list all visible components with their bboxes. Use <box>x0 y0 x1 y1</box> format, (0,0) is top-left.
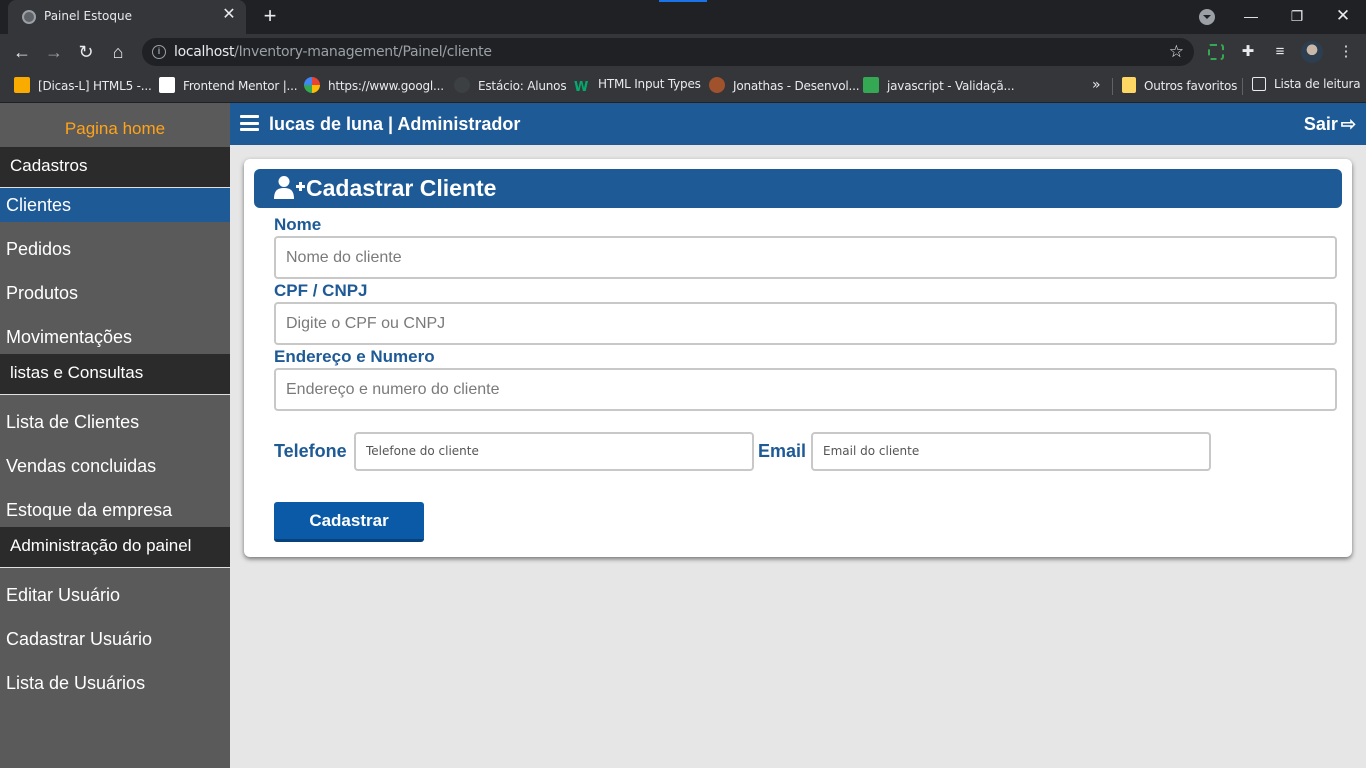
sign-out-icon: ⇨ <box>1340 114 1356 134</box>
sidebar-item-clientes[interactable]: Clientes <box>0 188 230 222</box>
tab-close-icon[interactable]: ✕ <box>220 6 238 24</box>
name-input[interactable]: Nome do cliente <box>274 236 1337 279</box>
app-topbar: lucas de luna | Administrador Sair ⇨ <box>230 103 1366 145</box>
address-bar[interactable]: i localhost/Inventory-management/Painel/… <box>142 38 1194 66</box>
sidebar-item-cadastrar-usuario[interactable]: Cadastrar Usuário <box>0 622 230 656</box>
sidebar-section-title: Administração do painel <box>0 527 230 568</box>
reload-icon[interactable]: ↻ <box>74 40 98 64</box>
site-info-icon[interactable]: i <box>152 45 166 59</box>
stackoverflow-icon <box>863 77 879 93</box>
sidebar-item-estoque[interactable]: Estoque da empresa <box>0 493 230 527</box>
bookmarks-bar: [Dicas-L] HTML5 -... Frontend Mentor |..… <box>0 70 1366 103</box>
minimize-icon[interactable]: — <box>1228 0 1274 34</box>
avatar-icon <box>709 77 725 93</box>
folder-icon <box>1122 77 1136 93</box>
browser-tab[interactable]: Painel Estoque ✕ <box>8 0 246 34</box>
sidebar-item-pedidos[interactable]: Pedidos <box>0 232 230 266</box>
user-title: lucas de luna | Administrador <box>269 114 521 134</box>
bookmark-star-icon[interactable]: ☆ <box>1169 42 1184 62</box>
app-root: Pagina home Cadastros Clientes Pedidos P… <box>0 103 1366 768</box>
name-label: Nome <box>274 215 322 234</box>
address-input[interactable]: Endereço e numero do cliente <box>274 368 1337 411</box>
phone-input[interactable]: Telefone do cliente <box>354 432 754 471</box>
sidebar-item-lista-usuarios[interactable]: Lista de Usuários <box>0 666 230 700</box>
estacio-icon <box>454 77 470 93</box>
more-bookmarks-icon[interactable]: » <box>1092 77 1101 95</box>
bookmarks-divider <box>1112 78 1113 95</box>
home-icon[interactable]: ⌂ <box>106 40 130 64</box>
bookmark-item[interactable]: javascript - Validaçã... <box>863 77 1015 95</box>
logout-label: Sair <box>1303 114 1338 134</box>
sidebar-item-movimentacoes[interactable]: Movimentações <box>0 320 230 354</box>
bookmark-item[interactable]: Frontend Mentor |... <box>159 77 298 95</box>
sidebar-section-title: Cadastros <box>0 147 230 188</box>
phone-label: Telefone <box>274 441 347 461</box>
dicas-l-icon <box>14 77 30 93</box>
screenshot-extension-icon[interactable] <box>1208 44 1224 60</box>
sidebar: Pagina home Cadastros Clientes Pedidos P… <box>0 103 230 768</box>
bookmarks-divider <box>1242 78 1243 95</box>
hamburger-menu-icon[interactable] <box>240 115 259 131</box>
url-path: /Inventory-management/Painel/cliente <box>234 44 492 60</box>
cpf-cnpj-label: CPF / CNPJ <box>274 281 368 300</box>
bookmark-item[interactable]: [Dicas-L] HTML5 -... <box>14 77 152 95</box>
address-label: Endereço e Numero <box>274 347 435 366</box>
profile-avatar[interactable] <box>1301 41 1323 63</box>
back-icon[interactable]: ← <box>10 40 34 64</box>
window-close-icon[interactable]: ✕ <box>1320 0 1366 34</box>
main-content: Cadastrar Cliente Nome Nome do cliente C… <box>230 145 1366 768</box>
url-text[interactable]: localhost/Inventory-management/Painel/cl… <box>174 44 492 60</box>
email-label: Email <box>758 441 807 461</box>
extensions-puzzle-icon[interactable]: ✚ <box>1238 42 1258 62</box>
forward-icon[interactable]: → <box>42 40 66 64</box>
w3schools-icon: W <box>574 80 589 95</box>
browser-menu-icon[interactable]: ⋮ <box>1336 42 1356 62</box>
form-title: Cadastrar Cliente <box>306 175 497 201</box>
google-icon <box>304 77 320 93</box>
user-plus-icon <box>274 176 305 199</box>
frontend-mentor-icon <box>159 77 175 93</box>
form-header: Cadastrar Cliente <box>254 169 1342 208</box>
new-tab-icon[interactable]: + <box>258 5 282 29</box>
email-input[interactable]: Email do cliente <box>811 432 1211 471</box>
sidebar-item-produtos[interactable]: Produtos <box>0 276 230 310</box>
sidebar-item-lista-clientes[interactable]: Lista de Clientes <box>0 405 230 439</box>
logout-button[interactable]: Sair ⇨ <box>1304 103 1356 145</box>
sidebar-item-editar-usuario[interactable]: Editar Usuário <box>0 578 230 612</box>
restore-icon[interactable]: ❐ <box>1274 0 1320 34</box>
globe-icon <box>22 10 36 24</box>
reading-list[interactable]: Lista de leitura <box>1252 77 1361 95</box>
sidebar-section-title: listas e Consultas <box>0 354 230 395</box>
sidebar-item-vendas[interactable]: Vendas concluidas <box>0 449 230 483</box>
cpf-cnpj-input[interactable]: Digite o CPF ou CNPJ <box>274 302 1337 345</box>
client-form-card: Cadastrar Cliente Nome Nome do cliente C… <box>244 159 1352 557</box>
bookmark-item[interactable]: Estácio: Alunos <box>454 77 567 95</box>
bookmark-item[interactable]: Jonathas - Desenvol... <box>709 77 860 95</box>
browser-toolbar: ← → ↻ ⌂ i localhost/Inventory-management… <box>0 34 1366 70</box>
tab-title: Painel Estoque <box>44 9 133 23</box>
submit-button[interactable]: Cadastrar <box>274 502 424 542</box>
tab-strip-accent <box>659 0 707 2</box>
media-control-icon[interactable]: ≡ <box>1270 42 1290 62</box>
tab-search-icon[interactable] <box>1199 9 1215 25</box>
bookmark-item[interactable]: https://www.googl... <box>304 77 444 95</box>
browser-tabbar: Painel Estoque ✕ + — ❐ ✕ <box>0 0 1366 34</box>
reading-list-icon <box>1252 77 1266 91</box>
url-host: localhost <box>174 44 235 60</box>
sidebar-home-link[interactable]: Pagina home <box>0 103 230 147</box>
bookmark-item[interactable]: W HTML Input Types <box>574 77 701 95</box>
other-bookmarks-folder[interactable]: Outros favoritos <box>1122 77 1237 95</box>
